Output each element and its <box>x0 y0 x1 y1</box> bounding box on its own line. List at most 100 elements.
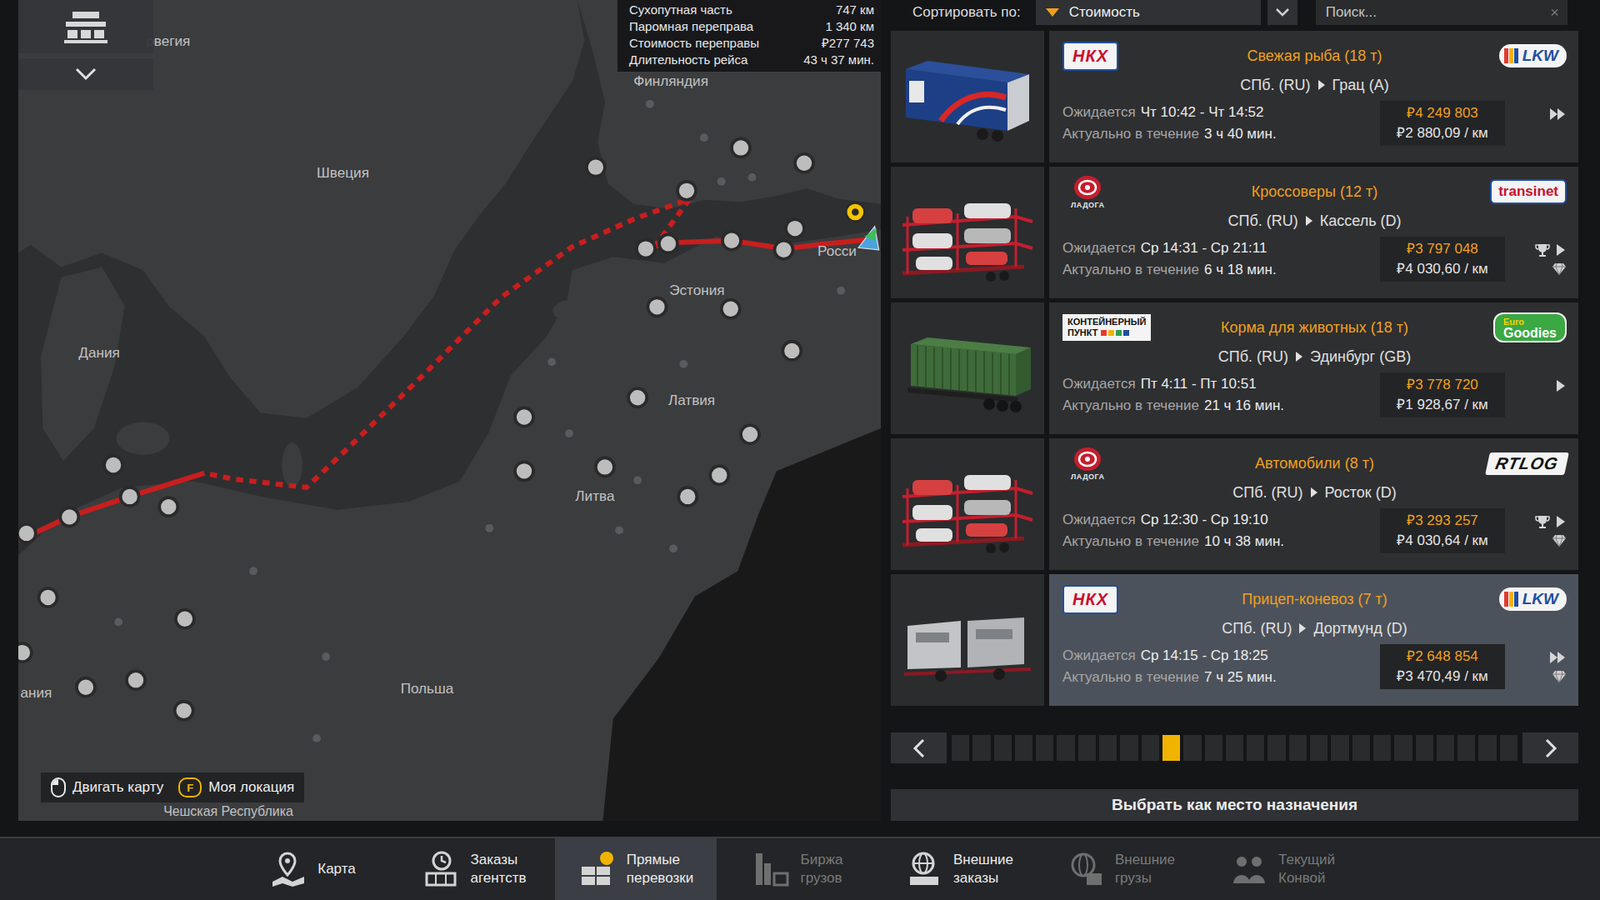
set-destination-button[interactable]: Выбрать как место назначения <box>890 789 1579 821</box>
page-segment[interactable] <box>1246 735 1265 761</box>
chevron-down-icon <box>74 66 98 82</box>
page-segment[interactable] <box>1205 735 1223 761</box>
shape <box>993 668 1005 680</box>
tab-label-line: Текущий <box>1278 850 1335 870</box>
page-segment[interactable] <box>1056 735 1075 761</box>
nav-tab[interactable]: Карта <box>231 838 394 900</box>
valid-value: 21 ч 16 мин. <box>1204 397 1285 414</box>
tab-label: ТекущийКонвой <box>1278 850 1335 888</box>
shape <box>964 228 1011 244</box>
next-page-button[interactable] <box>1522 732 1579 764</box>
job-card[interactable]: КОНТЕЙНЕРНЫЙПУНКТКорма для животных (18 … <box>890 302 1579 435</box>
price-total: ₽3 797 048 <box>1385 239 1500 260</box>
page-segment[interactable] <box>1500 735 1518 761</box>
page-segment[interactable] <box>1310 735 1328 761</box>
page-segment[interactable] <box>972 735 990 761</box>
prev-page-button[interactable] <box>890 732 947 764</box>
city-pin <box>175 610 195 629</box>
map-label: Латвия <box>668 391 715 409</box>
price-total: ₽3 778 720 <box>1385 375 1500 395</box>
map-hint[interactable]: Двигать карту <box>50 777 164 798</box>
valid-line: Актуально в течение21 ч 16 мин. <box>1062 395 1372 416</box>
map-dot <box>700 133 709 142</box>
job-card[interactable]: НКХСвежая рыба (18 т)LKWСПб. (RU)Грац (A… <box>890 30 1579 163</box>
shape <box>64 40 108 44</box>
page-segment[interactable] <box>1394 735 1412 761</box>
map-label: Финляндия <box>633 72 709 90</box>
sort-dropdown[interactable]: Стоимость <box>1035 0 1261 25</box>
page-segment[interactable] <box>1352 735 1370 761</box>
shape <box>1555 263 1563 275</box>
icon-row <box>1535 378 1567 394</box>
page-segment[interactable] <box>1183 735 1201 761</box>
job-info: ОжидаетсяЧт 10:42 - Чт 14:52Актуально в … <box>1062 102 1372 145</box>
job-route: СПб. (RU)Дортмунд (D) <box>1062 617 1567 640</box>
shape <box>910 337 1031 355</box>
search-field[interactable]: × <box>1315 0 1568 25</box>
company-logo: EuroGoodies <box>1493 312 1567 343</box>
shape <box>1079 452 1096 466</box>
page-segment[interactable] <box>1436 735 1455 761</box>
shape <box>1079 180 1096 195</box>
page-segment[interactable] <box>1120 735 1138 761</box>
job-card[interactable]: ЛАДОГАКроссоверы (12 т)transinetСПб. (RU… <box>890 166 1579 299</box>
shape <box>985 271 996 282</box>
page-segment[interactable] <box>1099 735 1117 761</box>
trailer-image <box>890 438 1045 570</box>
shape <box>1305 215 1313 226</box>
expand-button[interactable] <box>18 58 154 90</box>
nav-tab[interactable]: Заказыагентств <box>393 838 555 900</box>
page-segment[interactable] <box>1373 735 1391 761</box>
nav-tab[interactable]: Внешниезаказы <box>878 838 1040 900</box>
search-input[interactable] <box>1324 3 1545 22</box>
job-info: ОжидаетсяСр 12:30 - Ср 19:10Актуально в … <box>1062 510 1372 552</box>
page-segment[interactable] <box>1141 735 1160 761</box>
page-segment[interactable] <box>1267 735 1285 761</box>
shape <box>909 80 925 103</box>
expected-label: Ожидается <box>1062 240 1136 256</box>
shape <box>51 778 65 797</box>
job-details: НКХСвежая рыба (18 т)LKWСПб. (RU)Грац (A… <box>1049 30 1579 163</box>
page-segment[interactable] <box>1015 735 1033 761</box>
sort-order-button[interactable] <box>1267 0 1298 25</box>
page-segment[interactable] <box>1225 735 1244 761</box>
map-panel[interactable]: рвегияФинляндияШвецияЭстонияЛатвияЛитваД… <box>18 0 881 821</box>
page-segment[interactable] <box>1035 735 1054 761</box>
company-button[interactable] <box>18 0 154 54</box>
expected-label: Ожидается <box>1062 104 1136 120</box>
page-segment[interactable] <box>1078 735 1096 761</box>
shape <box>1085 456 1090 462</box>
page-segment[interactable] <box>994 735 1012 761</box>
shape <box>18 0 881 821</box>
price-box: ₽2 648 854₽3 470,49 / км <box>1380 644 1505 690</box>
trailer-image <box>890 30 1045 163</box>
shape <box>1310 487 1318 498</box>
page-segment[interactable] <box>1162 735 1180 761</box>
nav-tab[interactable]: Прямыеперевозки <box>555 838 717 900</box>
job-card[interactable]: НКХПрицеп-коневоз (7 т)LKWСПб. (RU)Дортм… <box>890 574 1579 706</box>
page-segment[interactable] <box>951 735 970 761</box>
map-hint[interactable]: FМоя локация <box>178 777 295 798</box>
shape <box>964 500 1011 515</box>
shape <box>983 398 995 410</box>
shape <box>958 350 960 391</box>
logo-stripes-icon <box>1504 46 1520 65</box>
page-segment[interactable] <box>1289 735 1307 761</box>
shape <box>1008 354 1010 395</box>
page-segment[interactable] <box>1478 735 1496 761</box>
page-segment[interactable] <box>1415 735 1434 761</box>
page-segment[interactable] <box>1330 735 1349 761</box>
land-unavailable <box>602 428 881 821</box>
expected-line: ОжидаетсяСр 12:30 - Ср 19:10 <box>1062 510 1372 530</box>
page-segment[interactable] <box>1457 735 1475 761</box>
job-card[interactable]: ЛАДОГААвтомобили (8 т)RTLOGСПб. (RU)Рост… <box>890 438 1579 570</box>
route-info: Сухопутная часть747 кмПаромная переправа… <box>617 0 881 72</box>
job-icons <box>1513 514 1567 548</box>
shape <box>596 866 610 875</box>
tab-label-line: агентств <box>470 869 526 888</box>
direct-icon <box>578 850 617 889</box>
clear-button[interactable]: × <box>1550 4 1560 22</box>
map-icon <box>269 850 308 889</box>
shape <box>1015 480 1018 539</box>
logo-text: Goodies <box>1503 327 1557 340</box>
